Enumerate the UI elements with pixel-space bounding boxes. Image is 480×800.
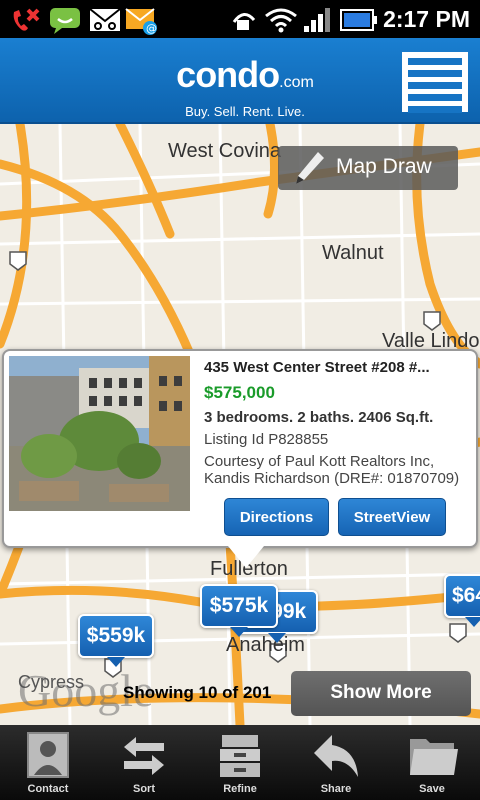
- city-label: Cypress: [18, 672, 85, 692]
- toolbar-label: Sort: [133, 783, 155, 795]
- svg-text:@: @: [146, 22, 157, 35]
- refine-icon: [220, 735, 260, 777]
- contact-button[interactable]: Contact: [0, 725, 96, 800]
- status-bar: @ 2:17 PM: [0, 0, 480, 38]
- menu-icon[interactable]: [402, 52, 468, 113]
- sort-button[interactable]: Sort: [96, 725, 192, 800]
- tagline: Buy. Sell. Rent. Live.: [185, 104, 305, 119]
- logo-suffix: .com: [279, 74, 314, 91]
- city-label: West Covina: [168, 140, 282, 162]
- contact-icon: [27, 732, 69, 778]
- wifi-icon: [265, 8, 297, 33]
- save-icon: [410, 739, 458, 775]
- show-more-button[interactable]: Show More: [291, 671, 471, 716]
- signal-icon: [304, 8, 330, 32]
- listing-address[interactable]: 435 West Center Street #208 #...: [204, 359, 430, 376]
- voicemail-icon: [89, 8, 121, 31]
- pencil-icon: [296, 152, 324, 184]
- map-view[interactable]: West Covina Walnut Valle Lindo Fullerton…: [0, 124, 480, 725]
- toolbar-label: Save: [419, 783, 445, 795]
- battery-icon: [340, 9, 377, 31]
- listing-price: $575,000: [204, 383, 275, 402]
- save-button[interactable]: Save: [384, 725, 480, 800]
- price-marker-selected[interactable]: $575k: [200, 584, 278, 637]
- listing-popup[interactable]: 435 West Center Street #208 #... $575,00…: [2, 349, 478, 548]
- clock: 2:17 PM: [383, 6, 470, 32]
- toolbar-label: Share: [320, 783, 352, 795]
- missed-call-icon: [13, 8, 40, 31]
- toolbar-label: Refine: [223, 783, 257, 795]
- refine-button[interactable]: Refine: [192, 725, 288, 800]
- app-header: condo.com Buy. Sell. Rent. Live.: [0, 38, 480, 124]
- listing-photo[interactable]: [9, 356, 190, 511]
- city-label: Walnut: [322, 242, 384, 264]
- price-marker-label: $559k: [86, 624, 146, 647]
- share-button[interactable]: Share: [288, 725, 384, 800]
- map-draw-button[interactable]: Map Draw: [278, 146, 458, 190]
- email-icon: @: [125, 8, 157, 35]
- vibrate-icon: [232, 13, 256, 30]
- listing-details: 3 bedrooms. 2 baths. 2406 Sq.ft.: [204, 409, 434, 426]
- price-marker[interactable]: $559k: [78, 614, 154, 667]
- toolbar-label: Contact: [27, 783, 69, 795]
- share-icon: [314, 735, 358, 777]
- popup-pointer: [228, 546, 264, 568]
- directions-button[interactable]: Directions: [224, 498, 329, 536]
- results-count: Showing 10 of 201: [123, 683, 272, 702]
- streetview-button[interactable]: StreetView: [338, 498, 446, 536]
- message-icon: [50, 8, 80, 34]
- city-label: Anaheim: [226, 634, 305, 656]
- price-marker-label: $575k: [209, 594, 269, 617]
- listing-courtesy: Courtesy of Paul Kott Realtors Inc, Kand…: [204, 453, 460, 487]
- logo-text: condo: [176, 54, 280, 95]
- price-marker[interactable]: $64: [444, 574, 480, 627]
- bottom-toolbar: Contact Sort Refine Share Save: [0, 725, 480, 800]
- map-draw-label: Map Draw: [336, 155, 432, 178]
- sort-icon: [124, 737, 164, 775]
- condo-logo[interactable]: condo.com Buy. Sell. Rent. Live.: [160, 54, 330, 120]
- price-marker-label: $64: [452, 584, 480, 607]
- listing-id: Listing Id P828855: [204, 431, 329, 448]
